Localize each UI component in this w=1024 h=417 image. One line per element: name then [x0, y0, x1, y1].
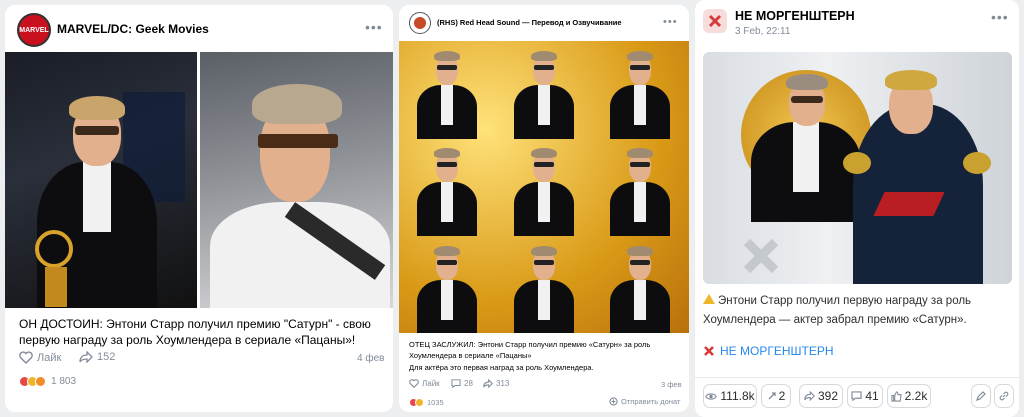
like-button[interactable]: Лайк	[409, 379, 440, 388]
comment-icon	[451, 379, 461, 388]
reactions[interactable]: 1 803	[19, 376, 76, 387]
views-counter: 111.8k	[703, 384, 757, 408]
group-link-label: НЕ МОРГЕНШТЕРН	[720, 344, 834, 358]
more-icon[interactable]: •••	[663, 16, 678, 28]
group-link[interactable]: НЕ МОРГЕНШТЕРН	[703, 344, 834, 358]
link-button[interactable]	[994, 384, 1014, 408]
comment-button[interactable]: 28	[451, 379, 473, 388]
cross-mark-icon	[704, 346, 714, 356]
eye-icon	[705, 392, 718, 400]
like-button[interactable]: 2.2k	[887, 384, 931, 408]
like-icon	[19, 351, 33, 364]
post-photo-grid[interactable]	[399, 41, 689, 333]
group-avatar[interactable]	[409, 12, 431, 34]
share-button[interactable]: 152	[79, 351, 115, 363]
grid-photo-tile	[592, 41, 689, 139]
more-icon[interactable]: •••	[991, 9, 1009, 25]
share-icon	[79, 351, 93, 363]
like-label: Лайк	[422, 379, 440, 388]
grid-photo-tile	[592, 138, 689, 237]
post-card-rhs: (RHS) Red Head Sound — Перевод и Озвучив…	[399, 5, 689, 412]
reactions[interactable]: 1035	[409, 398, 444, 407]
post-text: ОТЕЦ ЗАСЛУЖИЛ: Энтони Старр получил прем…	[409, 340, 651, 360]
share-icon	[804, 391, 815, 401]
grid-photo-tile	[496, 41, 593, 139]
share-count: 313	[496, 379, 510, 388]
post-date: 3 Feb, 22:11	[735, 26, 791, 37]
chain-link-icon	[999, 391, 1009, 401]
pencil-icon	[976, 391, 986, 401]
post-card-ne-morgenshtern: НЕ МОРГЕНШТЕРН 3 Feb, 22:11 ••• Энтони С…	[695, 0, 1019, 417]
share-button[interactable]: 313	[483, 379, 509, 388]
grid-photo-tile	[496, 236, 593, 333]
group-avatar[interactable]	[703, 9, 727, 33]
grid-photo-tile	[399, 236, 496, 333]
group-name[interactable]: (RHS) Red Head Sound — Перевод и Озвучив…	[437, 18, 622, 27]
reactions-count: 1035	[427, 398, 444, 407]
reactions-count: 1 803	[51, 376, 77, 387]
share-count: 152	[97, 351, 116, 363]
like-label: Лайк	[37, 351, 62, 364]
post-date: 4 фев	[357, 353, 385, 364]
donate-icon	[609, 397, 618, 406]
reaction-emoji-icon	[415, 398, 424, 407]
grid-photo-tile	[496, 138, 593, 237]
grid-photo-tile	[399, 41, 496, 139]
share-icon	[483, 379, 493, 388]
comment-button[interactable]: 41	[847, 384, 883, 408]
share-button[interactable]: 392	[799, 384, 843, 408]
photo-grid	[399, 41, 689, 333]
avatar-logo-text: MARVEL	[19, 26, 49, 34]
reaction-emoji-icon	[35, 376, 46, 387]
post-text: ОН ДОСТОИН: Энтони Старр получил премию …	[19, 317, 371, 347]
donate-button[interactable]: Отправить донат	[609, 397, 680, 406]
cross-logo-icon	[708, 14, 722, 28]
repost-small-button[interactable]: 2	[761, 384, 791, 408]
post-photo[interactable]	[703, 52, 1012, 284]
donate-label: Отправить донат	[621, 397, 681, 406]
post-card-marvel: MARVEL MARVEL/DC: Geek Movies ••• ОН ДОС…	[5, 5, 393, 412]
comment-count: 28	[464, 379, 473, 388]
like-button[interactable]: Лайк	[19, 351, 61, 364]
post-text-2: Для актёра это первая наград за роль Хоу…	[409, 363, 594, 372]
edit-button[interactable]	[971, 384, 991, 408]
post-text: Энтони Старр получил первую награду за р…	[703, 294, 972, 326]
grid-photo-tile	[592, 236, 689, 333]
more-icon[interactable]: •••	[365, 19, 383, 35]
link-icon	[768, 392, 776, 400]
thumbs-up-icon	[891, 390, 902, 402]
party-hat-icon	[703, 294, 715, 304]
group-avatar[interactable]: MARVEL	[17, 13, 51, 47]
post-photo-1[interactable]	[5, 52, 197, 308]
comment-icon	[851, 391, 862, 401]
grid-photo-tile	[399, 138, 496, 237]
post-photo-2[interactable]	[200, 52, 393, 308]
group-name[interactable]: НЕ МОРГЕНШТЕРН	[735, 9, 855, 23]
like-icon	[409, 379, 419, 388]
post-date: 3 фев	[661, 380, 682, 389]
group-name[interactable]: MARVEL/DC: Geek Movies	[57, 22, 209, 36]
